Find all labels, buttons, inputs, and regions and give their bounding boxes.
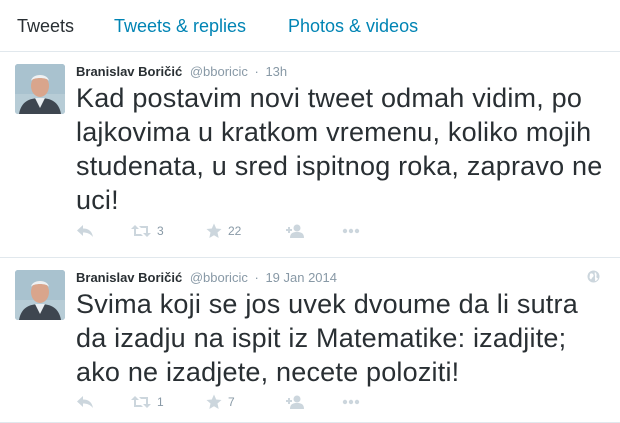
avatar[interactable]	[15, 64, 65, 114]
retweet-count: 3	[157, 224, 164, 238]
retweet-button[interactable]: 1	[131, 391, 164, 413]
tweet-text: Kad postavim novi tweet odmah vidim, po …	[76, 83, 603, 215]
tweet-fullname[interactable]: Branislav Boričić	[76, 270, 182, 285]
follow-icon	[286, 224, 304, 238]
like-count: 7	[228, 395, 235, 409]
retweet-count: 1	[157, 395, 164, 409]
reply-button[interactable]	[76, 220, 94, 242]
avatar-photo	[15, 270, 65, 320]
tab-photos-and-videos[interactable]: Photos & videos	[288, 14, 418, 38]
retweet-icon	[131, 396, 151, 408]
tweet-text: Svima koji se jos uvek dvoume da li sutr…	[76, 289, 578, 387]
follow-button[interactable]	[286, 220, 306, 242]
profile-tabs: Tweets Tweets & replies Photos & videos	[0, 0, 620, 52]
reply-button[interactable]	[76, 391, 94, 413]
tab-tweets-and-replies[interactable]: Tweets & replies	[114, 14, 246, 38]
tweet-header: Branislav Boričić @bboricic · 19 Jan 201…	[76, 269, 337, 287]
tweet-fullname[interactable]: Branislav Boričić	[76, 64, 182, 79]
follow-icon	[286, 395, 304, 409]
tweet-separator: ·	[254, 64, 259, 79]
tweet-username[interactable]: @bboricic	[190, 270, 248, 285]
like-button[interactable]: 22	[206, 220, 241, 242]
like-button[interactable]: 7	[206, 391, 235, 413]
more-button[interactable]	[342, 220, 360, 242]
globe-icon	[587, 270, 600, 283]
tweet-timestamp[interactable]: 19 Jan 2014	[265, 270, 337, 285]
tweet-timestamp[interactable]: 13h	[265, 64, 287, 79]
tab-tweets[interactable]: Tweets	[17, 14, 74, 38]
reply-icon	[77, 396, 93, 408]
follow-button[interactable]	[286, 391, 306, 413]
tweet[interactable]: Branislav Boričić @bboricic · 19 Jan 201…	[0, 258, 620, 423]
tweet[interactable]: Branislav Boričić @bboricic · 13h Kad po…	[0, 52, 620, 258]
star-icon	[206, 223, 222, 238]
reply-icon	[77, 225, 93, 237]
tweet-separator: ·	[254, 270, 259, 285]
retweet-button[interactable]: 3	[131, 220, 164, 242]
retweet-icon	[131, 225, 151, 237]
avatar[interactable]	[15, 270, 65, 320]
star-icon	[206, 394, 222, 409]
more-icon	[342, 228, 360, 234]
avatar-photo	[15, 64, 65, 114]
like-count: 22	[228, 224, 242, 238]
tweet-header: Branislav Boričić @bboricic · 13h	[76, 63, 287, 81]
more-button[interactable]	[342, 391, 360, 413]
tweet-username[interactable]: @bboricic	[190, 64, 248, 79]
more-icon	[342, 399, 360, 405]
